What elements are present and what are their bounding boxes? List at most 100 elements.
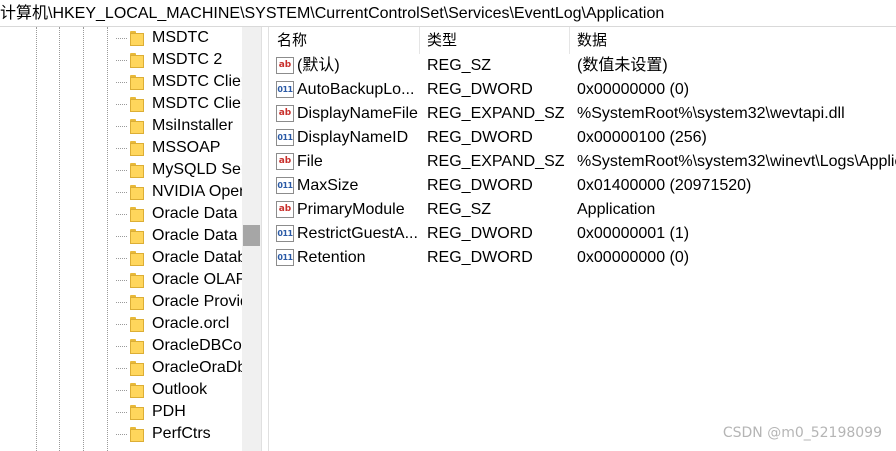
value-type: REG_EXPAND_SZ — [427, 105, 565, 122]
value-row[interactable]: 011 Retention REG_DWORD 0x00000000 (0) — [270, 246, 896, 270]
column-header-name-label: 名称 — [277, 32, 308, 49]
value-row[interactable]: ab DisplayNameFile REG_EXPAND_SZ %SystemRoo… — [270, 102, 896, 126]
tree-guide-line — [59, 27, 60, 451]
value-row[interactable]: ab PrimaryModule REG_SZ Application — [270, 198, 896, 222]
tree-item-label: PerfCtrs — [152, 425, 211, 442]
value-data: Application — [577, 201, 656, 218]
tree-item[interactable]: MSDTC 2 — [116, 49, 242, 71]
tree-guide-line — [36, 27, 37, 451]
address-path: 计算机\HKEY_LOCAL_MACHINE\SYSTEM\CurrentCon… — [0, 5, 665, 22]
value-data: 0x00000000 (0) — [577, 249, 690, 266]
folder-icon — [130, 382, 144, 398]
tree-item[interactable]: Oracle Provider — [116, 291, 242, 313]
tree-item[interactable]: OracleDBConsole — [116, 335, 242, 357]
tree-scrollbar-thumb[interactable] — [243, 225, 260, 246]
tree-item[interactable]: Oracle.orcl — [116, 313, 242, 335]
tree-item-label: Oracle Database — [152, 249, 242, 266]
tree-item-label: Oracle Data — [152, 227, 238, 244]
tree-item[interactable]: NVIDIA OpenGL — [116, 181, 242, 203]
tree-item[interactable]: MSDTC Client — [116, 71, 242, 93]
value-row[interactable]: 011 MaxSize REG_DWORD 0x01400000 (20971520) — [270, 174, 896, 198]
binary-value-icon: 011 — [276, 225, 294, 242]
column-header-data[interactable]: 数据 — [570, 27, 896, 54]
folder-icon — [130, 294, 144, 310]
tree-item[interactable]: MSSOAP — [116, 137, 242, 159]
folder-icon — [130, 30, 144, 46]
tree-item-label: Outlook — [152, 381, 208, 398]
tree-item[interactable]: PerfCtrs — [116, 423, 242, 445]
string-value-icon: ab — [276, 201, 294, 218]
tree-connector — [116, 104, 127, 105]
tree-item-label: MSSOAP — [152, 139, 221, 156]
folder-icon — [130, 162, 144, 178]
column-header-name[interactable]: 名称 — [270, 27, 420, 54]
value-type: REG_DWORD — [427, 81, 533, 98]
column-header-data-label: 数据 — [577, 32, 608, 49]
value-row[interactable]: ab (默认) REG_SZ (数值未设置) — [270, 54, 896, 78]
folder-icon — [130, 228, 144, 244]
tree-item[interactable]: Oracle Data — [116, 225, 242, 247]
tree-connector — [116, 236, 127, 237]
tree-item-label: OracleDBConsole — [152, 337, 242, 354]
address-bar[interactable]: 计算机\HKEY_LOCAL_MACHINE\SYSTEM\CurrentCon… — [0, 0, 896, 27]
value-type: REG_DWORD — [427, 129, 533, 146]
tree-item[interactable]: Oracle OLAP — [116, 269, 242, 291]
tree-connector — [116, 434, 127, 435]
binary-value-icon: 011 — [276, 129, 294, 146]
value-data: 0x00000001 (1) — [577, 225, 690, 242]
value-list: 名称 类型 数据 ab (默认) REG_SZ (数值未设置) 011 AutoBacku… — [270, 27, 896, 451]
folder-icon — [130, 140, 144, 156]
value-name: PrimaryModule — [297, 201, 405, 218]
value-name: RestrictGuestA... — [297, 225, 418, 242]
tree-connector — [116, 390, 127, 391]
tree-item[interactable]: MSDTC Client — [116, 93, 242, 115]
tree-connector — [116, 170, 127, 171]
tree-item-label: Oracle Data — [152, 205, 238, 222]
value-data: (数值未设置) — [577, 57, 668, 74]
value-type: REG_DWORD — [427, 177, 533, 194]
tree-item-label: Oracle Provider — [152, 293, 242, 310]
tree-item[interactable]: PDH — [116, 401, 242, 423]
value-row[interactable]: 011 DisplayNameID REG_DWORD 0x00000100 (256… — [270, 126, 896, 150]
tree-item-label: OracleOraDb — [152, 359, 242, 376]
tree-item[interactable]: Oracle Database — [116, 247, 242, 269]
tree-connector — [116, 214, 127, 215]
tree-item-label: Oracle.orcl — [152, 315, 230, 332]
value-data: 0x00000100 (256) — [577, 129, 707, 146]
tree-connector — [116, 258, 127, 259]
tree-connector — [116, 38, 127, 39]
tree-connector — [116, 148, 127, 149]
tree-item-label: MsiInstaller — [152, 117, 233, 134]
value-row[interactable]: 011 AutoBackupLo... REG_DWORD 0x00000000 (0… — [270, 78, 896, 102]
folder-icon — [130, 206, 144, 222]
string-value-icon: ab — [276, 57, 294, 74]
value-row[interactable]: 011 RestrictGuestA... REG_DWORD 0x00000001 … — [270, 222, 896, 246]
value-name: (默认) — [297, 57, 340, 74]
tree-scrollbar[interactable] — [242, 27, 261, 451]
tree-item-label: MSDTC Client — [152, 73, 242, 90]
column-header-type[interactable]: 类型 — [420, 27, 570, 54]
value-row[interactable]: ab File REG_EXPAND_SZ %SystemRoot%\system32… — [270, 150, 896, 174]
binary-value-icon: 011 — [276, 249, 294, 266]
value-data: 0x00000000 (0) — [577, 81, 690, 98]
tree-item[interactable]: Outlook — [116, 379, 242, 401]
tree-item-label: MSDTC Client — [152, 95, 242, 112]
folder-icon — [130, 272, 144, 288]
column-header-type-label: 类型 — [427, 32, 458, 49]
tree-connector — [116, 412, 127, 413]
tree-item-label: Oracle OLAP — [152, 271, 242, 288]
tree-item-label: NVIDIA OpenGL — [152, 183, 242, 200]
tree-item[interactable]: Oracle Data — [116, 203, 242, 225]
value-name: MaxSize — [297, 177, 359, 194]
folder-icon — [130, 250, 144, 266]
tree-item[interactable]: OracleOraDb — [116, 357, 242, 379]
value-type: REG_SZ — [427, 201, 492, 218]
string-value-icon: ab — [276, 153, 294, 170]
tree-item-label: MSDTC — [152, 29, 209, 46]
tree-item[interactable]: MySQLD Service — [116, 159, 242, 181]
tree-item[interactable]: MSDTC — [116, 27, 242, 49]
tree-item[interactable]: MsiInstaller — [116, 115, 242, 137]
value-type: REG_EXPAND_SZ — [427, 153, 565, 170]
pane-splitter[interactable] — [261, 27, 269, 451]
tree-connector — [116, 346, 127, 347]
